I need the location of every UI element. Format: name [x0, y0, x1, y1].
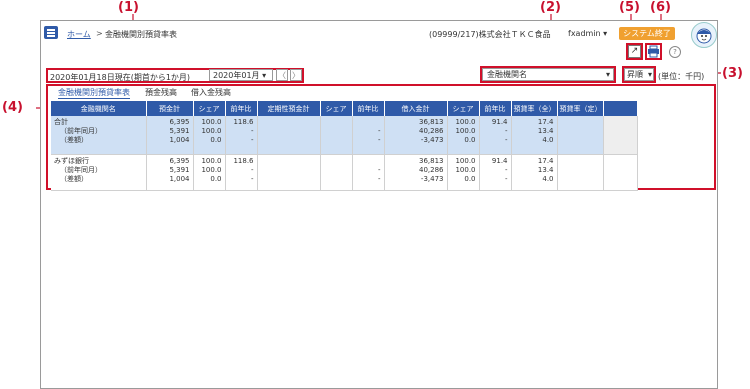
yoy-cell: 91.4- - — [479, 154, 512, 191]
yoy-cell: 118.6- - — [225, 116, 258, 155]
col-deposit-total: 預金計 — [146, 101, 194, 116]
tab-deposit-balance[interactable]: 預金残高 — [145, 87, 177, 98]
empty-cell — [603, 154, 638, 191]
col-empty — [603, 101, 638, 116]
ratio-all-cell: 17.4 13.4 4.0 — [511, 116, 558, 155]
col-ratio-fixed: 預貸率（定） — [557, 101, 604, 116]
company-name: (09999/217)株式会社ＴＫＣ食品 — [429, 30, 551, 39]
col-share: シェア — [320, 101, 353, 116]
deposit-cell: 6,395 5,391 1,004 — [146, 116, 194, 155]
system-exit-button[interactable]: システム終了 — [619, 27, 675, 40]
yoy-cell: 118.6- - — [225, 154, 258, 191]
month-value: 2020年01月 — [213, 71, 260, 80]
bank-name-cell: みずほ銀行 （前年同月） （差額） — [51, 154, 147, 191]
table-row[interactable]: みずほ銀行 （前年同月） （差額） 6,395 5,391 1,004 100.0 100… — [51, 154, 638, 191]
share-cell: 100.0 100.0 0.0 — [193, 116, 226, 155]
data-table: 金融機関名 預金計 シェア 前年比 定期性預金計 シェア 前年比 借入金計 シェ… — [51, 101, 638, 191]
breadcrumb-home-link[interactable]: ホーム — [67, 29, 91, 40]
page-title: 金融機関別預貸率表 — [105, 30, 177, 39]
sort-order-value: 昇順 — [627, 70, 643, 79]
loan-cell: 36,813 40,286 -3,473 — [384, 154, 448, 191]
ratio-fixed-cell — [557, 154, 604, 191]
col-share: シェア — [447, 101, 480, 116]
col-ratio-all: 預貸率（全） — [511, 101, 558, 116]
print-icon[interactable] — [647, 45, 660, 58]
chevron-down-icon: ▾ — [262, 71, 267, 80]
user-name: fxadmin — [568, 29, 601, 38]
as-of-date-text: 2020年01月18日現在(期首から1か月) — [50, 73, 191, 82]
sort-order-select[interactable]: 昇順 ▾ — [624, 68, 654, 81]
share-cell: 100.0 100.0 0.0 — [447, 116, 480, 155]
table-row[interactable]: 合計 （前年同月） （差額） 6,395 5,391 1,004 100.0 100.0 0… — [51, 116, 638, 155]
unit-label: (単位：千円) — [658, 72, 705, 81]
col-yoy: 前年比 — [225, 101, 258, 116]
col-loan-total: 借入金計 — [384, 101, 448, 116]
sort-key-select[interactable]: 金融機関名 ▾ — [482, 68, 614, 81]
share-cell — [320, 154, 353, 191]
yoy-cell: -- — [352, 116, 385, 155]
ratio-fixed-cell — [557, 116, 604, 155]
prev-month-button[interactable]: 〈 — [276, 69, 288, 81]
chevron-down-icon: ▾ — [605, 70, 610, 79]
user-menu[interactable]: fxadmin ▾ — [568, 29, 607, 38]
tab-deposit-loan-ratio[interactable]: 金融機関別預貸率表 — [58, 87, 130, 99]
top-bar: ホーム > 金融機関別預貸率表 (09999/217)株式会社ＴＫＣ食品 fxa… — [41, 21, 717, 51]
ratio-all-cell: 17.4 13.4 4.0 — [511, 154, 558, 191]
export-icon[interactable]: ↗ — [628, 45, 641, 58]
month-select[interactable]: 2020年01月 ▾ — [209, 69, 273, 81]
deposit-cell: 6,395 5,391 1,004 — [146, 154, 194, 191]
hamburger-menu-icon[interactable] — [44, 26, 58, 39]
help-icon[interactable]: ? — [669, 46, 681, 58]
next-month-button[interactable]: 〉 — [290, 69, 302, 81]
loan-cell: 36,813 40,286 -3,473 — [384, 116, 448, 155]
col-yoy: 前年比 — [352, 101, 385, 116]
share-cell — [320, 116, 353, 155]
yoy-cell: 91.4- - — [479, 116, 512, 155]
col-share: シェア — [193, 101, 226, 116]
sort-key-value: 金融機関名 — [487, 70, 527, 79]
table-header-row: 金融機関名 預金計 シェア 前年比 定期性預金計 シェア 前年比 借入金計 シェ… — [51, 101, 638, 116]
chevron-down-icon: ▾ — [647, 70, 652, 79]
col-bank-name: 金融機関名 — [51, 101, 147, 116]
col-yoy: 前年比 — [479, 101, 512, 116]
app-window: ホーム > 金融機関別預貸率表 (09999/217)株式会社ＴＫＣ食品 fxa… — [40, 20, 718, 389]
share-cell: 100.0 100.0 0.0 — [193, 154, 226, 191]
empty-cell — [603, 116, 638, 155]
share-cell: 100.0 100.0 0.0 — [447, 154, 480, 191]
breadcrumb-separator: > — [96, 29, 103, 38]
tab-loan-balance[interactable]: 借入金残高 — [191, 87, 231, 98]
yoy-cell: -- — [352, 154, 385, 191]
bank-name-cell: 合計 （前年同月） （差額） — [51, 116, 147, 155]
fixed-deposit-cell — [257, 116, 321, 155]
chevron-down-icon: ▾ — [603, 29, 608, 38]
mascot-avatar[interactable] — [691, 22, 717, 48]
col-fixed-deposit-total: 定期性預金計 — [257, 101, 321, 116]
fixed-deposit-cell — [257, 154, 321, 191]
